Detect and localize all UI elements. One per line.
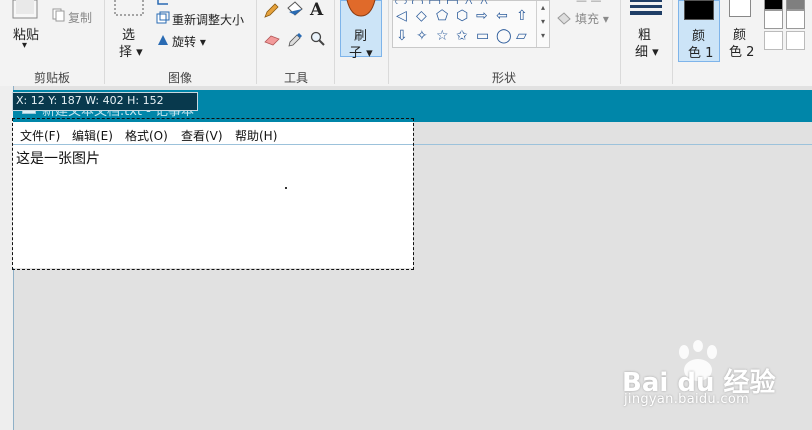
shape-row-1: ◁ ◇ ⬠ ⬡ ⇨ ⇦ ⇧: [396, 8, 536, 24]
mouse-cursor-dot: [285, 187, 287, 189]
rotate-icon: [158, 35, 168, 45]
color2-swatch: [729, 0, 751, 17]
copy-label: 复制: [68, 11, 93, 25]
resize-icon: [156, 11, 170, 24]
divider: [256, 0, 257, 84]
selection-status-text: X: 12 Y: 187 W: 402 H: 152: [16, 94, 164, 107]
brush-icon: [346, 0, 376, 17]
pencil-icon[interactable]: [262, 2, 280, 20]
color2-button[interactable]: 颜 色 2: [724, 0, 758, 62]
shapes-gallery[interactable]: ⬭ ○ ▭ ▭ △ △ ◁◇⬠⬡⇨⇦⇧ ⇩✧☆✩▭◯▱ ▴▾▾: [392, 0, 550, 48]
selection-marquee[interactable]: [12, 118, 414, 270]
outline-label-clipped: — —: [576, 0, 602, 7]
color-picker-icon[interactable]: [286, 30, 304, 48]
palette-swatch-white[interactable]: [786, 10, 805, 29]
palette-swatch-empty[interactable]: [764, 31, 783, 50]
divider: [672, 0, 673, 84]
rotate-button[interactable]: 旋转 ▾: [154, 31, 224, 49]
color1-label-2: 色 1: [688, 46, 714, 61]
fill-icon: [557, 12, 571, 25]
shape-callout-rect[interactable]: ▭: [476, 28, 496, 44]
clipboard-icon: [12, 0, 38, 19]
shape-arrow-right[interactable]: ⇨: [476, 8, 496, 24]
shape-triangle[interactable]: ◁: [396, 8, 416, 24]
paste-dropdown-arrow: ▾: [22, 40, 28, 51]
shape-pentagon[interactable]: ⬠: [436, 8, 456, 24]
divider: [334, 0, 335, 84]
eraser-icon[interactable]: [263, 33, 281, 47]
brushes-button[interactable]: 刷 子 ▾: [340, 0, 382, 61]
shapes-scroll-column[interactable]: ▴ ▾ ▾: [536, 1, 549, 47]
resize-button[interactable]: 重新调整大小: [154, 9, 254, 27]
outline-button[interactable]: — —: [556, 0, 606, 7]
palette-swatch-empty[interactable]: [786, 31, 805, 50]
clipboard-group-label: 剪贴板: [33, 71, 70, 85]
divider: [388, 0, 389, 84]
shape-hexagon[interactable]: ⬡: [456, 8, 476, 24]
select-button[interactable]: 选 择 ▾: [112, 0, 146, 60]
shape-arrow-left[interactable]: ⇦: [496, 8, 516, 24]
shape-arrow-up[interactable]: ⇧: [516, 8, 536, 24]
shape-callout-oval[interactable]: ◯: [496, 28, 516, 44]
divider: [620, 0, 621, 84]
palette-swatch-gray[interactable]: [786, 0, 805, 10]
copy-button[interactable]: 复制: [52, 6, 102, 25]
shape-callout-cloud[interactable]: ▱: [516, 28, 536, 44]
select-label-2: 择 ▾: [119, 45, 143, 60]
line-width-icon: [630, 0, 662, 15]
size-label-2: 细 ▾: [635, 45, 659, 60]
crop-icon: [157, 0, 168, 5]
shape-star-4[interactable]: ✧: [416, 28, 436, 44]
shape-star-6[interactable]: ✩: [456, 28, 476, 44]
brushes-label-2: 子 ▾: [349, 46, 373, 61]
shape-diamond[interactable]: ◇: [416, 8, 436, 24]
fill-button[interactable]: 填充 ▾: [556, 9, 616, 27]
paste-button[interactable]: 粘贴 ▾: [4, 0, 44, 60]
crop-button[interactable]: [154, 0, 184, 6]
divider: [104, 0, 105, 84]
shape-arrow-down[interactable]: ⇩: [396, 28, 416, 44]
resize-label: 重新调整大小: [172, 13, 245, 27]
image-group-label: 图像: [167, 71, 192, 85]
selection-rectangle-icon: [114, 0, 144, 16]
color-palette: [762, 0, 812, 54]
text-tool-icon[interactable]: A: [310, 0, 323, 20]
shape-star-5[interactable]: ☆: [436, 28, 456, 44]
size-button[interactable]: 粗 细 ▾: [626, 0, 666, 60]
color2-label-2: 色 2: [729, 45, 755, 60]
color1-swatch: [684, 0, 714, 20]
watermark-url: jingyan.baidu.com: [624, 392, 750, 407]
color1-button[interactable]: 颜 色 1: [678, 0, 720, 62]
shape-row-2: ⇩ ✧ ☆ ✩ ▭ ◯ ▱: [396, 28, 536, 44]
shape-top-row: ⬭ ○ ▭ ▭ △ △: [395, 0, 535, 4]
copy-icon: [52, 8, 65, 22]
rotate-label: 旋转 ▾: [172, 35, 206, 49]
shapes-group-label: 形状: [491, 71, 516, 85]
magnifier-icon[interactable]: [309, 30, 327, 48]
tools-group-label: 工具: [283, 71, 308, 85]
palette-swatch-black[interactable]: [764, 0, 783, 10]
ribbon-toolbar: 粘贴 ▾ 复制 剪贴板 选 择 ▾ 重新调整大小 旋转 ▾ 图像 A 工具 刷 …: [0, 0, 812, 87]
palette-swatch-white[interactable]: [764, 10, 783, 29]
fill-bucket-icon[interactable]: [285, 0, 305, 18]
fill-label: 填充 ▾: [575, 12, 609, 26]
